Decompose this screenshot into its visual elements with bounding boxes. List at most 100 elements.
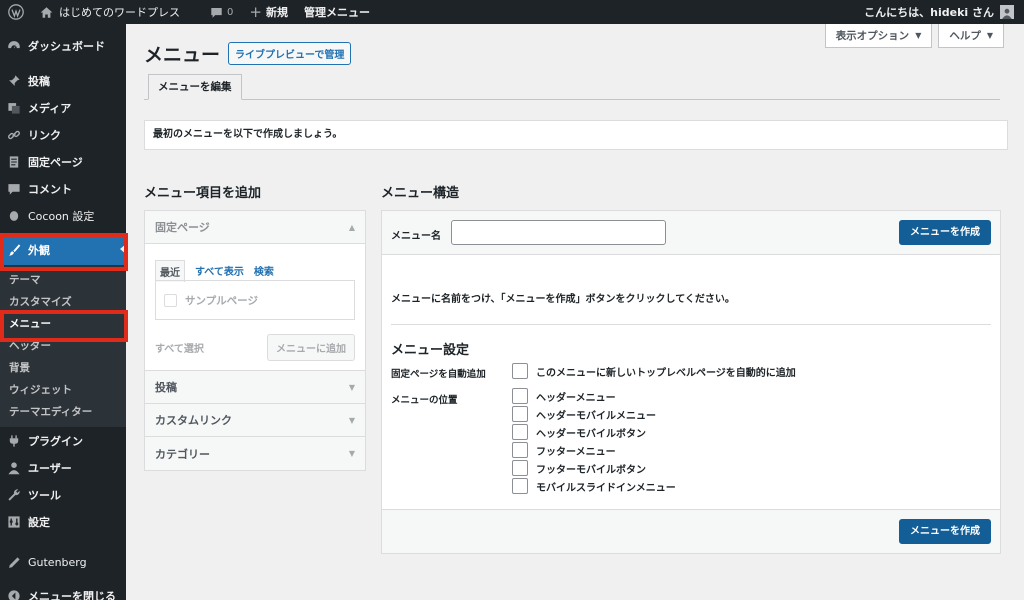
location-checkbox[interactable] (512, 442, 528, 458)
cocoon-icon (6, 208, 22, 224)
menu-structure-header: メニュー名 メニューを作成 (382, 211, 1000, 255)
accordion-pages-body: 最近 すべて表示 検索 サンプルページ すべて選択 メニューに追加 (145, 244, 365, 371)
sidebar-item-label: メニューを閉じる (28, 589, 116, 600)
site-name-link[interactable]: はじめてのワードプレス (32, 0, 188, 24)
nav-tabs: メニューを編集 (144, 74, 1000, 100)
new-label: 新規 (265, 6, 288, 19)
user-icon (6, 460, 22, 476)
add-to-menu-button[interactable]: メニューに追加 (267, 334, 355, 361)
location-option-label: ヘッダーメニュー (536, 392, 616, 404)
accordion-posts-header[interactable]: 投稿 ▼ (145, 371, 365, 404)
submenu-item-background[interactable]: 背景 (0, 357, 126, 379)
accordion-categories-header[interactable]: カテゴリー ▼ (145, 437, 365, 470)
gutenberg-icon (6, 555, 22, 571)
user-account-link[interactable]: こんにちは、hideki さん (856, 0, 1024, 24)
location-option-label: モバイルスライドインメニュー (536, 482, 676, 494)
arrow-up-icon: ▲ (348, 222, 355, 232)
page-title-row: メニュー ライブプレビューで管理 (144, 40, 352, 67)
arrow-down-icon: ▼ (348, 449, 355, 458)
create-menu-button-top[interactable]: メニューを作成 (899, 220, 991, 245)
sidebar-item-users[interactable]: ユーザー (0, 454, 126, 481)
inner-tab-search[interactable]: 検索 (254, 260, 274, 282)
location-option[interactable]: フッターモバイルボタン (512, 460, 646, 476)
comment-bubble-icon (210, 6, 223, 19)
tab-edit-menus[interactable]: メニューを編集 (148, 74, 242, 100)
menu-name-label: メニュー名 (391, 231, 441, 242)
select-all-link[interactable]: すべて選択 (155, 340, 204, 355)
sidebar-item-appearance[interactable]: 外観 (0, 235, 126, 265)
location-checkbox[interactable] (512, 478, 528, 494)
location-checkbox[interactable] (512, 406, 528, 422)
pages-checklist: サンプルページ (155, 280, 355, 320)
location-option[interactable]: ヘッダーモバイルボタン (512, 424, 646, 440)
collapse-menu-button[interactable]: メニューを閉じる (0, 582, 126, 600)
sidebar-item-cocoon[interactable]: Cocoon 設定 (0, 202, 126, 229)
location-checkbox[interactable] (512, 424, 528, 440)
sidebar-item-label: ダッシュボード (28, 39, 105, 53)
appearance-submenu: テーマ カスタマイズ メニュー ヘッダー 背景 ウィジェット テーマエディター (0, 265, 126, 427)
live-preview-button[interactable]: ライブプレビューで管理 (228, 42, 352, 65)
sidebar-item-label: リンク (28, 128, 61, 142)
menu-instructions: メニューに名前をつけ、「メニューを作成」ボタンをクリックしてください。 (391, 294, 735, 305)
accordion-section-label: 投稿 (155, 381, 177, 394)
submenu-item-header[interactable]: ヘッダー (0, 335, 126, 357)
sidebar-item-posts[interactable]: 投稿 (0, 67, 126, 94)
add-items-accordion: 固定ページ ▲ 最近 すべて表示 検索 サンプルページ すべて選択 メニューに追… (144, 210, 366, 471)
sidebar-item-pages[interactable]: 固定ページ (0, 148, 126, 175)
accordion-section-label: カテゴリー (155, 447, 210, 461)
accordion-custom-links-header[interactable]: カスタムリンク ▼ (145, 404, 365, 437)
screen-options-button[interactable]: 表示オプション ▼ (824, 24, 933, 48)
inner-tab-recent[interactable]: 最近 (155, 260, 185, 282)
sidebar-item-plugins[interactable]: プラグイン (0, 427, 126, 454)
main-content: 表示オプション ▼ ヘルプ ▼ メニュー ライブプレビューで管理 メニューを編集 最… (126, 24, 1024, 600)
sidebar-item-tools[interactable]: ツール (0, 481, 126, 508)
auto-add-checkbox[interactable] (512, 363, 528, 379)
location-option[interactable]: ヘッダーメニュー (512, 388, 616, 404)
caret-down-icon: ▼ (986, 31, 993, 40)
inner-tab-view-all[interactable]: すべて表示 (195, 260, 244, 282)
new-content-link[interactable]: + 新規 (241, 0, 296, 24)
location-checkbox[interactable] (512, 388, 528, 404)
comments-link[interactable]: 0 (202, 0, 241, 24)
menu-structure-footer: メニューを作成 (382, 509, 1000, 553)
admin-bar: はじめてのワードプレス 0 + 新規 管理メニュー こんにちは、hideki さ… (0, 0, 1024, 24)
help-button[interactable]: ヘルプ ▼ (938, 24, 1004, 48)
submenu-item-themes[interactable]: テーマ (0, 269, 126, 291)
screen-meta-links: 表示オプション ▼ ヘルプ ▼ (824, 24, 1004, 48)
plus-icon: + (249, 2, 262, 21)
location-option[interactable]: ヘッダーモバイルメニュー (512, 406, 656, 422)
sidebar-item-comments[interactable]: コメント (0, 175, 126, 202)
create-menu-button-bottom[interactable]: メニューを作成 (899, 519, 991, 544)
wordpress-logo-icon[interactable] (0, 0, 32, 24)
sidebar-item-gutenberg[interactable]: Gutenberg (0, 549, 126, 576)
location-option-label: ヘッダーモバイルメニュー (536, 410, 656, 422)
location-option[interactable]: フッターメニュー (512, 442, 616, 458)
sample-page-checkbox[interactable] (164, 293, 177, 307)
arrow-down-icon: ▼ (348, 415, 355, 425)
submenu-item-customize[interactable]: カスタマイズ (0, 291, 126, 313)
auto-add-option-label: このメニューに新しいトップレベルページを自動的に追加 (536, 367, 796, 379)
sidebar-item-links[interactable]: リンク (0, 121, 126, 148)
accordion-pages-header[interactable]: 固定ページ ▲ (145, 211, 365, 244)
accordion-section-label: 固定ページ (155, 221, 210, 234)
sidebar-item-label: コメント (28, 182, 72, 196)
manage-menu-link[interactable]: 管理メニュー (296, 0, 378, 24)
sidebar-item-settings[interactable]: 設定 (0, 508, 126, 535)
sidebar-item-dashboard[interactable]: ダッシュボード (0, 32, 126, 59)
submenu-item-theme-editor[interactable]: テーマエディター (0, 401, 126, 423)
location-checkbox[interactable] (512, 460, 528, 476)
submenu-item-widgets[interactable]: ウィジェット (0, 379, 126, 401)
menu-name-input[interactable] (451, 220, 666, 245)
pages-inner-tabs: 最近 すべて表示 検索 (155, 260, 274, 282)
menu-settings-title: メニュー設定 (391, 343, 470, 358)
auto-add-option[interactable]: このメニューに新しいトップレベルページを自動的に追加 (512, 363, 796, 379)
sidebar-item-label: 投稿 (28, 74, 50, 88)
submenu-item-menus[interactable]: メニュー (0, 313, 126, 335)
notice-box: 最初のメニューを以下で作成しましょう。 (144, 120, 1008, 150)
link-icon (6, 127, 22, 143)
sidebar-item-label: プラグイン (28, 434, 83, 448)
location-option[interactable]: モバイルスライドインメニュー (512, 478, 676, 494)
sidebar-item-label: ユーザー (28, 461, 72, 475)
sidebar-item-media[interactable]: メディア (0, 94, 126, 121)
sample-page-label: サンプルページ (185, 294, 258, 307)
